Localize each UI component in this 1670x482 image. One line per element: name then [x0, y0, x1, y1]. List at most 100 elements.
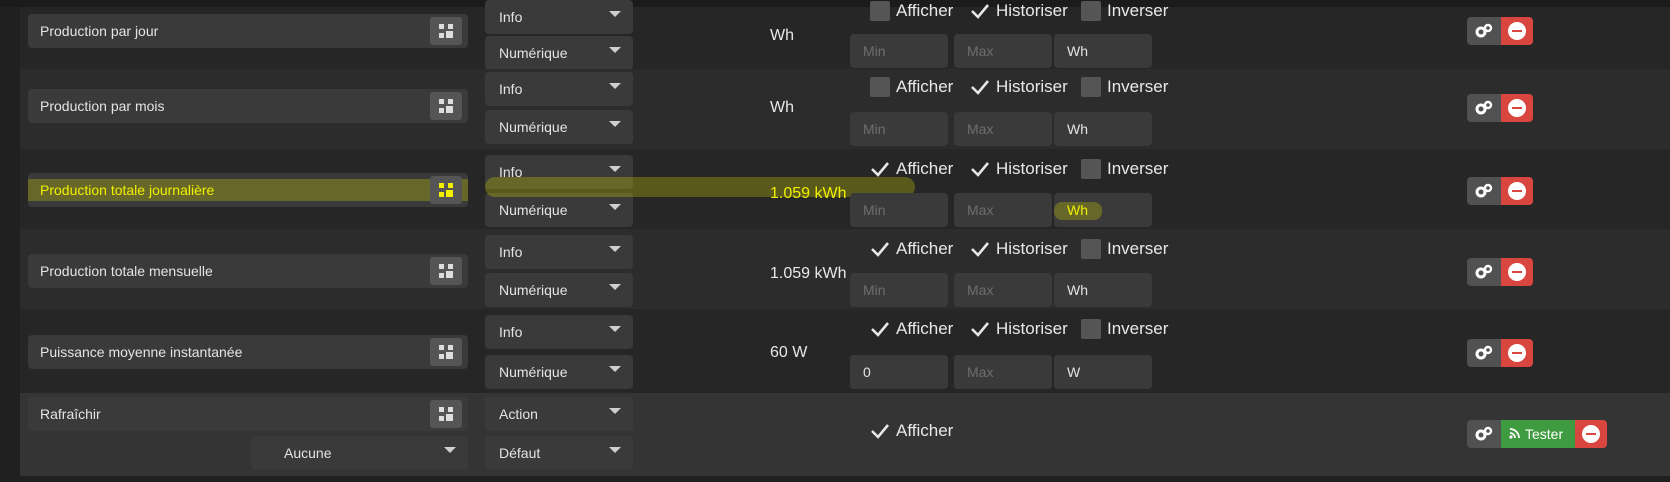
unit-input[interactable]: Wh	[1054, 34, 1152, 68]
command-name-field[interactable]: Production par jour	[28, 14, 468, 48]
action-value-select[interactable]: Aucune	[251, 436, 468, 470]
checkbox-label: Historiser	[996, 239, 1068, 258]
select-value: Info	[499, 324, 523, 340]
command-name-field[interactable]: Production totale journalière	[28, 173, 468, 207]
checkbox-label: Historiser	[996, 77, 1068, 96]
gears-icon[interactable]	[1467, 94, 1501, 122]
checkbox-label: Afficher	[896, 421, 954, 440]
chevron-down-icon	[609, 284, 621, 290]
command-name: Production par mois	[40, 98, 165, 114]
puzzle-icon[interactable]	[430, 92, 462, 120]
puzzle-icon[interactable]	[430, 176, 462, 204]
command-subtype-select[interactable]: Numérique	[485, 193, 633, 227]
checkbox-box[interactable]	[870, 1, 890, 21]
gears-icon[interactable]	[1467, 17, 1501, 45]
checkmark-icon[interactable]	[870, 319, 890, 339]
min-input[interactable]: Min	[850, 112, 948, 146]
checkbox-label: Historiser	[996, 159, 1068, 178]
command-current-value: 60 W	[770, 344, 808, 361]
gears-icon[interactable]	[1467, 420, 1501, 448]
puzzle-icon[interactable]	[430, 17, 462, 45]
checkbox-box[interactable]	[1081, 159, 1101, 179]
min-input[interactable]: Min	[850, 34, 948, 68]
min-placeholder: Min	[863, 121, 886, 137]
gears-icon[interactable]	[1467, 339, 1501, 367]
select-value: Numérique	[499, 282, 568, 298]
unit-value: Wh	[1067, 282, 1088, 298]
checkbox-box[interactable]	[1081, 77, 1101, 97]
command-name-field[interactable]: Production par mois	[28, 89, 468, 123]
checkmark-icon[interactable]	[970, 1, 990, 21]
unit-value: W	[1067, 364, 1081, 380]
command-row-production-par-jour: Production par jour Info Numérique Wh Af…	[20, 0, 1670, 70]
minus-circle-icon[interactable]	[1501, 177, 1533, 205]
unit-input[interactable]: W	[1054, 355, 1152, 389]
checkmark-icon[interactable]	[870, 421, 890, 441]
command-type-select[interactable]: Info	[485, 0, 633, 34]
command-type-select[interactable]: Info	[485, 72, 633, 106]
min-input[interactable]: 0	[850, 355, 948, 389]
chevron-down-icon	[609, 204, 621, 210]
gears-icon[interactable]	[1467, 258, 1501, 286]
minus-circle-icon[interactable]	[1501, 17, 1533, 45]
puzzle-icon[interactable]	[430, 338, 462, 366]
gears-icon[interactable]	[1467, 177, 1501, 205]
checkmark-icon[interactable]	[970, 239, 990, 259]
command-name-field[interactable]: Rafraîchir	[28, 397, 468, 431]
checkmark-icon[interactable]	[970, 319, 990, 339]
minus-circle-icon[interactable]	[1501, 94, 1533, 122]
command-subtype-select[interactable]: Numérique	[485, 273, 633, 307]
minus-circle-icon[interactable]	[1501, 258, 1533, 286]
max-input[interactable]: Max	[954, 112, 1052, 146]
chevron-down-icon	[444, 447, 456, 453]
max-placeholder: Max	[967, 43, 994, 59]
min-placeholder: Min	[863, 282, 886, 298]
command-name-field[interactable]: Production totale mensuelle	[28, 254, 468, 288]
select-value: Info	[499, 9, 523, 25]
unit-input[interactable]: Wh	[1054, 273, 1152, 307]
command-type-select[interactable]: Action	[485, 397, 633, 431]
command-subtype-select[interactable]: Numérique	[485, 355, 633, 389]
checkmark-icon[interactable]	[970, 159, 990, 179]
min-input[interactable]: Min	[850, 273, 948, 307]
max-input[interactable]: Max	[954, 193, 1052, 227]
command-row-production-totale-mensuelle: Production totale mensuelle Info Numériq…	[20, 229, 1670, 309]
select-value: Info	[499, 81, 523, 97]
checkbox-box[interactable]	[1081, 1, 1101, 21]
command-subtype-select[interactable]: Numérique	[485, 110, 633, 144]
command-current-value: Wh	[770, 99, 794, 116]
checkbox-box[interactable]	[1081, 239, 1101, 259]
command-name-field[interactable]: Puissance moyenne instantanée	[28, 335, 468, 369]
max-input[interactable]: Max	[954, 34, 1052, 68]
max-input[interactable]: Max	[954, 355, 1052, 389]
command-type-select[interactable]: Info	[485, 235, 633, 269]
test-button[interactable]: Tester	[1501, 420, 1575, 448]
command-subtype-select[interactable]: Défaut	[485, 436, 633, 470]
checkbox-box[interactable]	[870, 77, 890, 97]
chevron-down-icon	[609, 246, 621, 252]
checkmark-icon[interactable]	[970, 77, 990, 97]
unit-value: Wh	[1067, 43, 1088, 59]
chevron-down-icon	[609, 408, 621, 414]
checkbox-label: Afficher	[896, 159, 954, 178]
checkbox-label: Afficher	[896, 239, 954, 258]
command-row-production-totale-journaliere: Production totale journalière Info Numér…	[20, 149, 1670, 229]
checkbox-box[interactable]	[1081, 319, 1101, 339]
checkmark-icon[interactable]	[870, 239, 890, 259]
puzzle-icon[interactable]	[430, 257, 462, 285]
minus-circle-icon[interactable]	[1501, 339, 1533, 367]
checkbox-label: Inverser	[1107, 319, 1169, 338]
select-value: Numérique	[499, 202, 568, 218]
command-subtype-select[interactable]: Numérique	[485, 36, 633, 70]
checkmark-icon[interactable]	[870, 159, 890, 179]
command-type-select[interactable]: Info	[485, 315, 633, 349]
checkbox-label: Inverser	[1107, 159, 1169, 178]
unit-input[interactable]: Wh	[1054, 112, 1152, 146]
min-input[interactable]: Min	[850, 193, 948, 227]
puzzle-icon[interactable]	[430, 400, 462, 428]
unit-input[interactable]: Wh	[1054, 193, 1152, 227]
checkbox-label: Historiser	[996, 1, 1068, 20]
max-input[interactable]: Max	[954, 273, 1052, 307]
select-value: Numérique	[499, 119, 568, 135]
minus-circle-icon[interactable]	[1575, 420, 1607, 448]
